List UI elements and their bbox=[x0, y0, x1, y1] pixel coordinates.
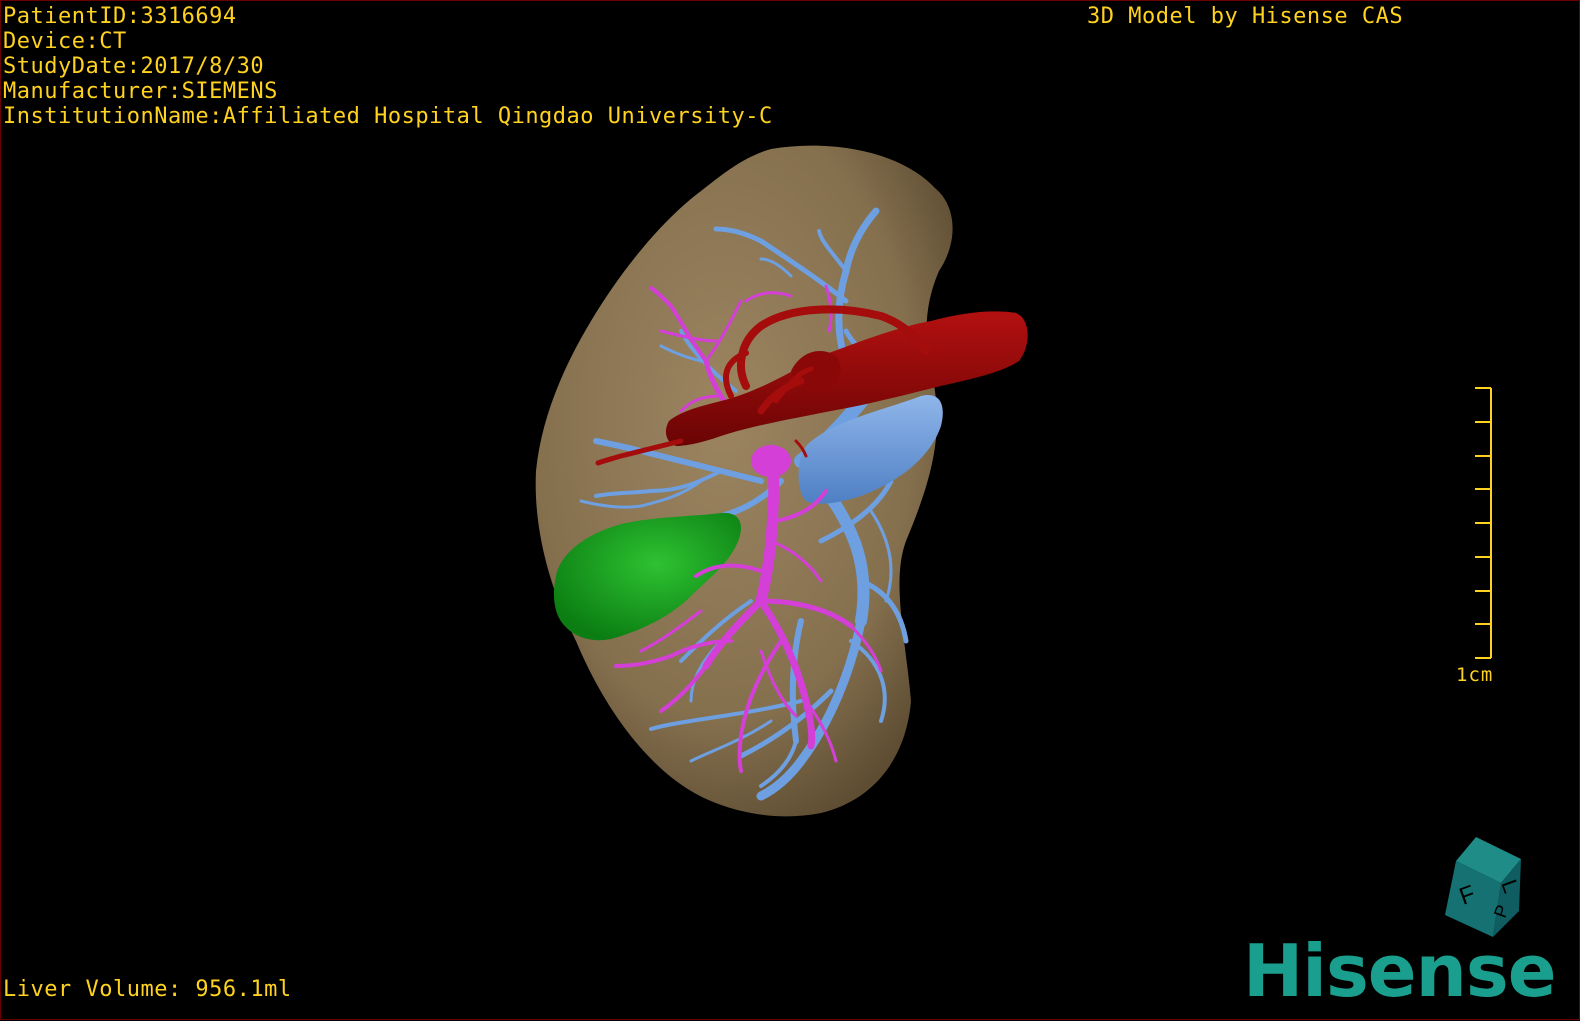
hisense-logo: Hisense bbox=[1243, 929, 1557, 1013]
liver-3d-model[interactable] bbox=[1, 1, 1580, 1021]
scale-bar-icon bbox=[1475, 387, 1492, 659]
scale-label: 1cm bbox=[1456, 664, 1494, 686]
study-date: StudyDate:2017/8/30 bbox=[3, 54, 265, 79]
biliary-confluence bbox=[751, 445, 791, 477]
manufacturer: Manufacturer:SIEMENS bbox=[3, 79, 278, 104]
study-info: PatientID:3316694 Device:CT StudyDate:20… bbox=[3, 4, 773, 129]
institution-name: InstitutionName:Affiliated Hospital Qing… bbox=[3, 104, 773, 129]
liver-volume: Liver Volume: 956.1ml bbox=[3, 977, 292, 1002]
model-credit: 3D Model by Hisense CAS bbox=[1087, 4, 1404, 29]
3d-viewport[interactable]: PatientID:3316694 Device:CT StudyDate:20… bbox=[0, 0, 1580, 1020]
device: Device:CT bbox=[3, 29, 127, 54]
patient-id: PatientID:3316694 bbox=[3, 4, 237, 29]
orientation-cube-icon[interactable]: F L P bbox=[1421, 833, 1531, 943]
